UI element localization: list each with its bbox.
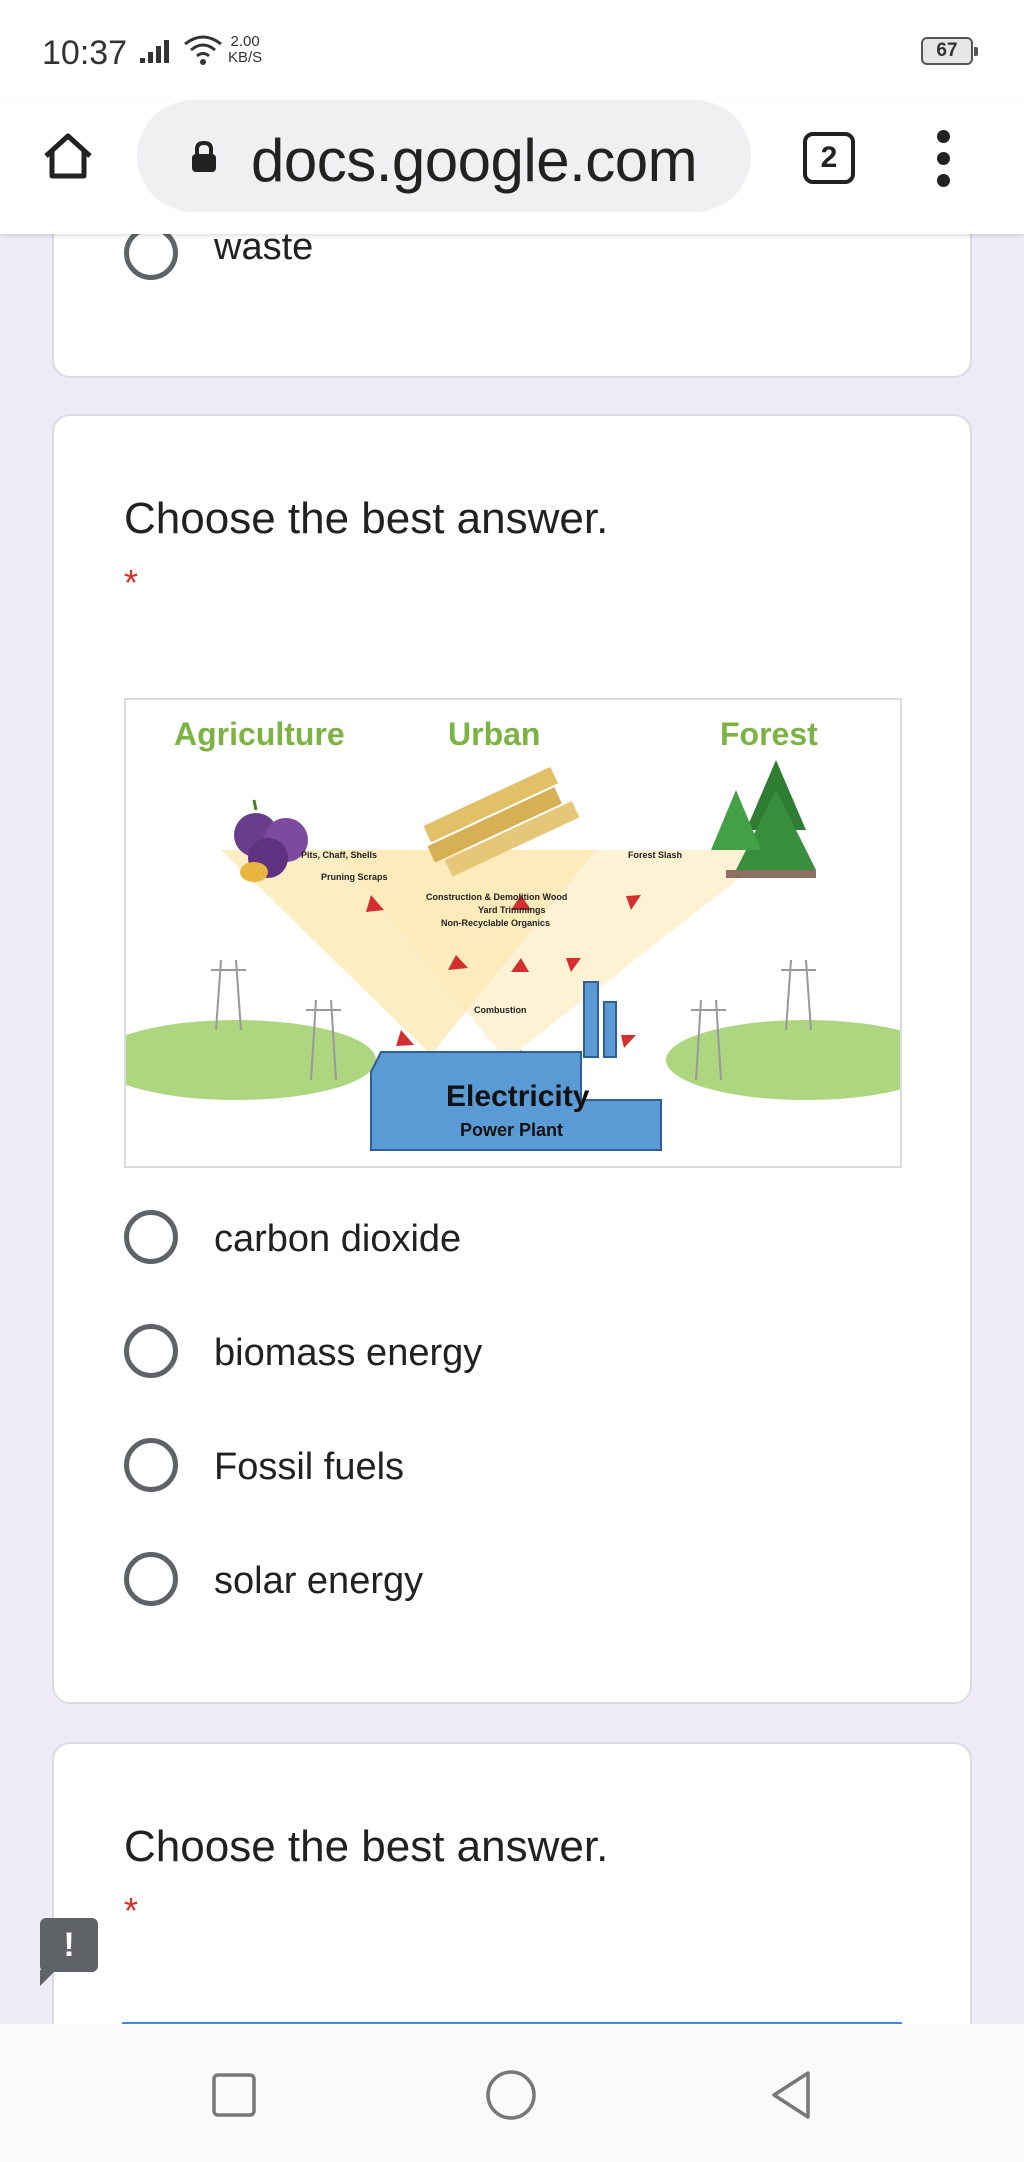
tab-switcher-button[interactable]: 2 xyxy=(803,132,855,184)
required-asterisk: * xyxy=(124,562,139,603)
figure-label-agriculture: Agriculture xyxy=(174,716,345,752)
more-vert-icon[interactable] xyxy=(926,128,962,188)
network-speed-value: 2.00 xyxy=(230,33,260,50)
wifi-icon xyxy=(184,35,222,65)
url-text: docs.google.com xyxy=(251,127,698,194)
radio-button[interactable] xyxy=(124,226,178,280)
battery-indicator: 67 xyxy=(921,37,978,65)
network-speed-unit: KB/S xyxy=(228,49,263,66)
status-time: 10:37 xyxy=(42,34,128,72)
figure-label-combustion: Combustion xyxy=(474,1005,527,1015)
figure-label-forest: Forest xyxy=(720,716,818,752)
question-title: Choose the best answer. xyxy=(124,1822,609,1871)
radio-button[interactable] xyxy=(124,1210,178,1264)
biomass-illustration: Agriculture Urban Forest Pits, Chaff, Sh… xyxy=(124,698,902,1168)
radio-button[interactable] xyxy=(124,1552,178,1606)
recents-icon[interactable] xyxy=(207,2068,261,2122)
figure-label-power-plant: Power Plant xyxy=(460,1120,564,1140)
figure-label-non-recyclable: Non-Recyclable Organics xyxy=(441,918,551,928)
question-title: Choose the best answer. xyxy=(124,494,609,543)
feedback-button[interactable]: ! xyxy=(40,1918,98,1986)
figure-label-urban: Urban xyxy=(448,716,541,752)
status-bar: 10:37 2.00 KB/S 67 xyxy=(0,0,1024,100)
radio-button[interactable] xyxy=(124,1324,178,1378)
figure-label-forest-slash: Forest Slash xyxy=(628,850,683,860)
question-card: Choose the best answer. * Agriculture Ur… xyxy=(52,414,972,1704)
lock-icon xyxy=(192,140,216,172)
option-label: solar energy xyxy=(214,1560,424,1602)
address-bar[interactable]: docs.google.com xyxy=(137,100,751,212)
home-icon[interactable] xyxy=(40,128,96,184)
figure-label-pits: Pits, Chaff, Shells xyxy=(301,850,378,860)
figure-label-pruning: Pruning Scraps xyxy=(321,872,388,882)
option-label: carbon dioxide xyxy=(214,1218,462,1260)
network-speed: 2.00 KB/S xyxy=(228,34,262,66)
signal-icon xyxy=(140,40,169,63)
option-label: biomass energy xyxy=(214,1332,483,1374)
figure-label-construction: Construction & Demolition Wood xyxy=(426,892,568,902)
system-navigation-bar xyxy=(0,2024,1024,2162)
figure-label-yard: Yard Trimmings xyxy=(478,905,546,915)
back-icon[interactable] xyxy=(764,2068,818,2122)
required-asterisk: * xyxy=(124,1890,139,1931)
figure-label-electricity: Electricity xyxy=(446,1080,590,1113)
radio-button[interactable] xyxy=(124,1438,178,1492)
browser-toolbar: docs.google.com 2 xyxy=(0,100,1024,234)
option-label: Fossil fuels xyxy=(214,1446,405,1488)
home-nav-icon[interactable] xyxy=(484,2068,538,2122)
